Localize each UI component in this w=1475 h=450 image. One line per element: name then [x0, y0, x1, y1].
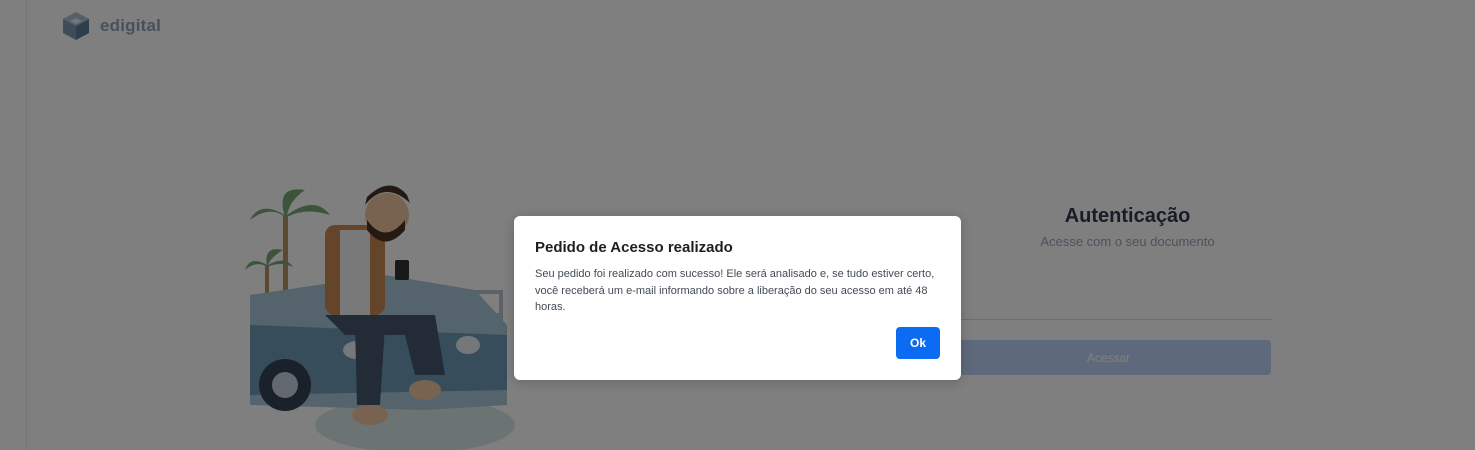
dialog-message: Seu pedido foi realizado com sucesso! El…: [535, 268, 935, 313]
dialog-title: Pedido de Acesso realizado: [535, 239, 733, 256]
success-dialog: Pedido de Acesso realizado Seu pedido fo…: [514, 216, 961, 380]
ok-button[interactable]: Ok: [896, 327, 940, 359]
